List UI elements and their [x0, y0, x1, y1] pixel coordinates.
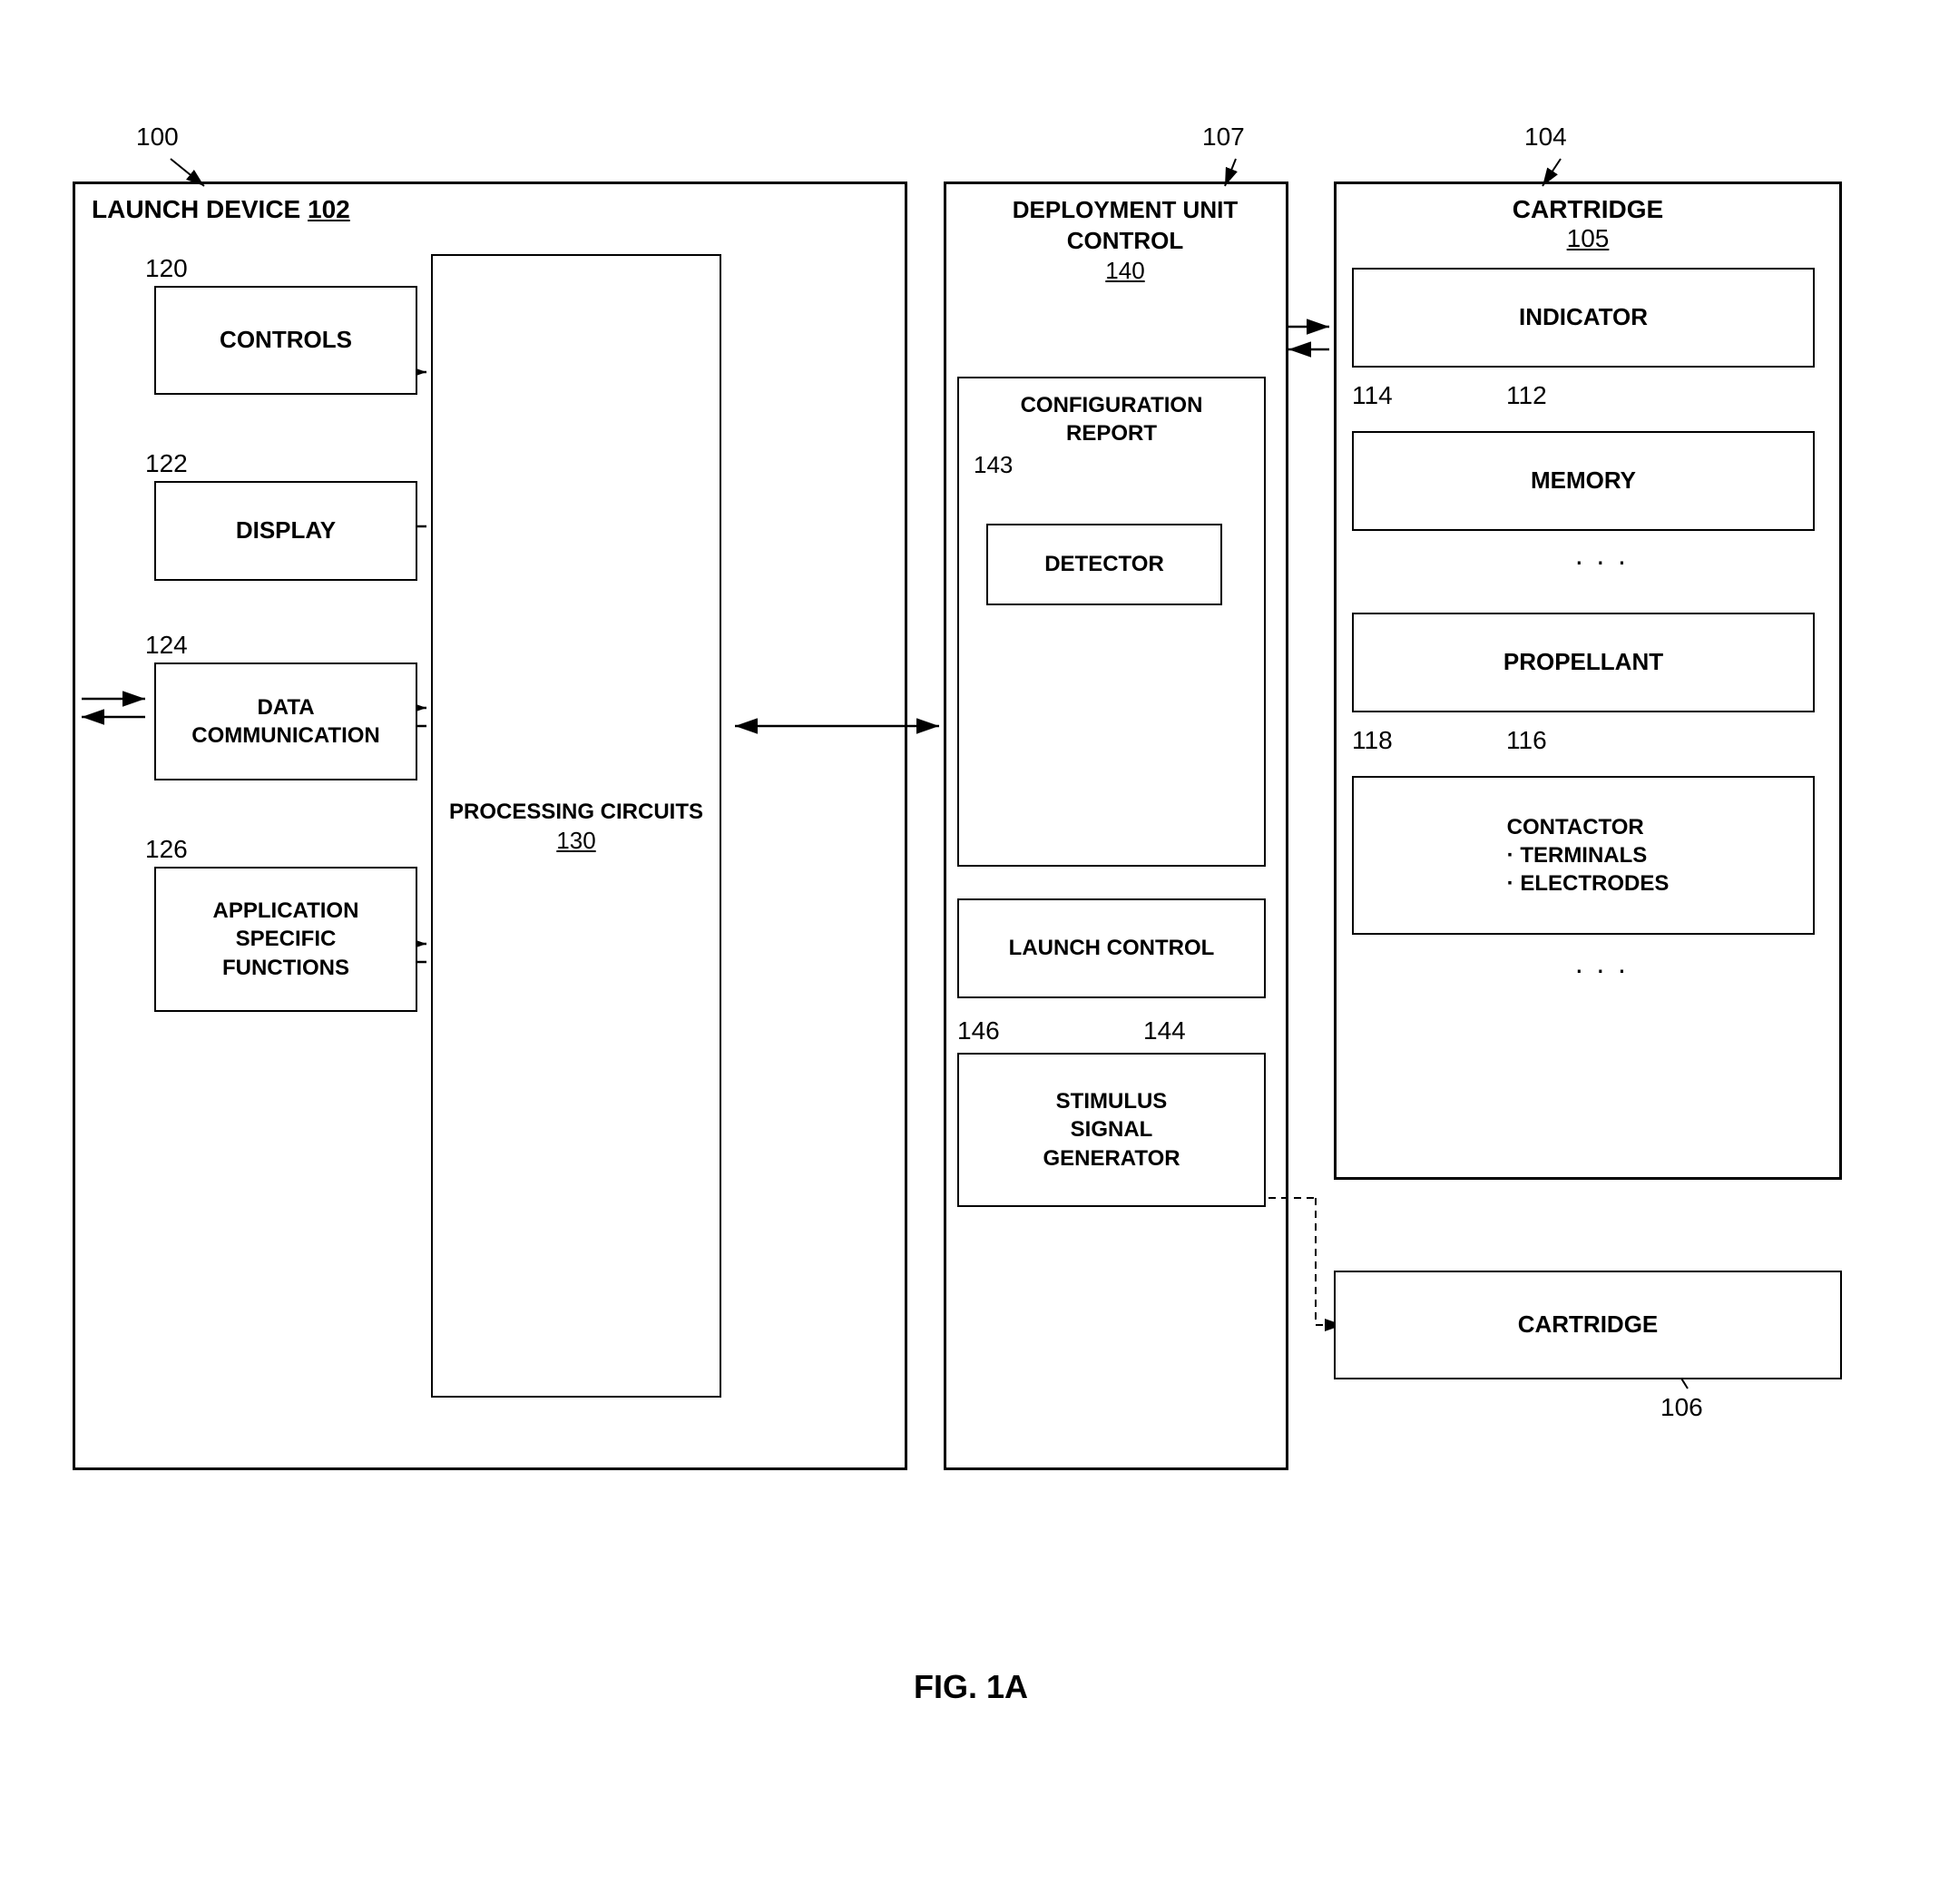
indicator-box: INDICATOR — [1352, 268, 1815, 368]
contactor-label: CONTACTOR· TERMINALS· ELECTRODES — [1498, 813, 1670, 898]
detector-box: DETECTOR — [986, 524, 1222, 605]
processing-circuits-box: PROCESSING CIRCUITS 130 — [431, 254, 721, 1398]
cartridge-105-num: 105 — [1337, 224, 1839, 253]
ref-143: 143 — [959, 451, 1264, 479]
cartridge-106-box: CARTRIDGE — [1334, 1271, 1842, 1379]
ref-144: 144 — [1143, 1016, 1186, 1045]
fig-caption: FIG. 1A — [914, 1668, 1028, 1706]
ref-116: 116 — [1506, 726, 1547, 755]
ref-124: 124 — [145, 631, 188, 660]
ref-146: 146 — [957, 1016, 1000, 1045]
data-communication-box: DATACOMMUNICATION — [154, 662, 417, 780]
stimulus-label: STIMULUSSIGNALGENERATOR — [1043, 1087, 1180, 1173]
stimulus-box: STIMULUSSIGNALGENERATOR — [957, 1053, 1266, 1207]
contactor-box: CONTACTOR· TERMINALS· ELECTRODES — [1352, 776, 1815, 935]
launch-control-box: LAUNCH CONTROL — [957, 898, 1266, 998]
controls-box: CONTROLS — [154, 286, 417, 395]
memory-box: MEMORY — [1352, 431, 1815, 531]
launch-device-title: LAUNCH DEVICE 102 — [92, 195, 350, 224]
ref-106: 106 — [1660, 1393, 1703, 1422]
ref-112: 112 — [1506, 381, 1547, 410]
ref-126: 126 — [145, 835, 188, 864]
app-specific-label: APPLICATIONSPECIFICFUNCTIONS — [213, 897, 359, 982]
ref-104: 104 — [1524, 123, 1567, 152]
cartridge-106-label: CARTRIDGE — [1518, 1310, 1659, 1340]
processing-circuits-label: PROCESSING CIRCUITS — [449, 797, 703, 828]
cartridge-105-label: CARTRIDGE — [1337, 195, 1839, 224]
ref-114: 114 — [1352, 381, 1393, 410]
controls-label: CONTROLS — [220, 325, 352, 356]
display-box: DISPLAY — [154, 481, 417, 581]
propellant-label: PROPELLANT — [1503, 647, 1663, 678]
data-communication-label: DATACOMMUNICATION — [191, 693, 380, 750]
ref-107: 107 — [1202, 123, 1245, 152]
processing-circuits-num: 130 — [556, 827, 595, 855]
ref-122: 122 — [145, 449, 188, 478]
propellant-box: PROPELLANT — [1352, 613, 1815, 712]
ref-118: 118 — [1352, 726, 1393, 755]
app-specific-box: APPLICATIONSPECIFICFUNCTIONS — [154, 867, 417, 1012]
memory-label: MEMORY — [1531, 466, 1636, 496]
deployment-unit-title: DEPLOYMENT UNIT CONTROL — [955, 195, 1295, 257]
ref-100: 100 — [136, 123, 179, 152]
detector-label: DETECTOR — [1044, 550, 1164, 578]
config-report-box: CONFIGURATIONREPORT 143 DETECTOR — [957, 377, 1266, 867]
display-label: DISPLAY — [236, 515, 336, 546]
dots-2: · · · — [1574, 953, 1629, 986]
indicator-label: INDICATOR — [1519, 302, 1648, 333]
dots-1: · · · — [1574, 545, 1629, 578]
config-report-label: CONFIGURATIONREPORT — [959, 391, 1264, 447]
launch-control-label: LAUNCH CONTROL — [1009, 934, 1215, 962]
deployment-unit-num: 140 — [955, 257, 1295, 285]
ref-120: 120 — [145, 254, 188, 283]
